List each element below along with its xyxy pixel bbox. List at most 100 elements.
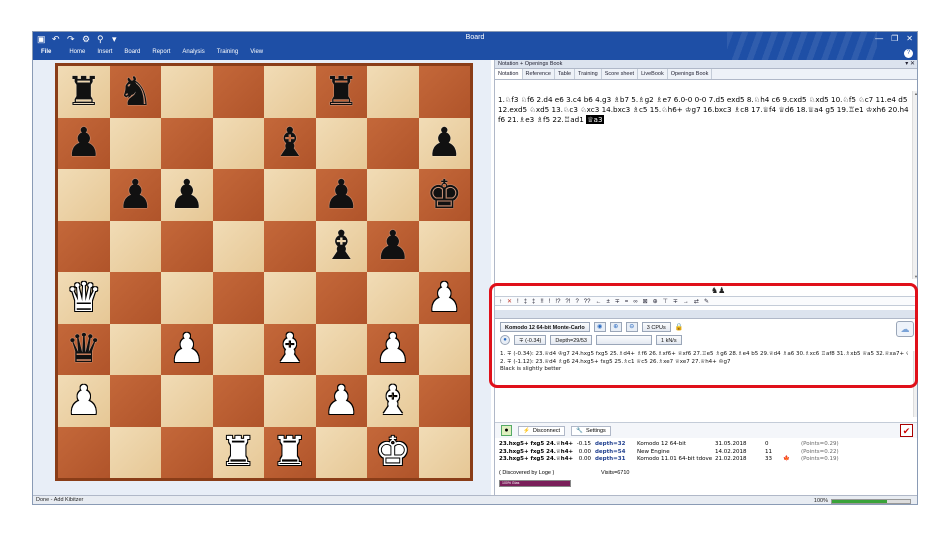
piece-icons[interactable]: ♞♟ <box>711 286 725 295</box>
tab-table[interactable]: Table <box>555 69 576 79</box>
kibitzer-row[interactable]: 23.hxg5+ fxg5 24.♕h4+ 0.00 depth=54 New Eng… <box>499 449 909 457</box>
zoom-in-icon[interactable]: ⊕ <box>609 322 622 332</box>
board-square[interactable] <box>58 169 110 221</box>
black-pawn-icon[interactable]: ♟ <box>66 123 102 163</box>
menu-board[interactable]: Board <box>124 49 140 55</box>
black-rook-icon[interactable]: ♜ <box>323 72 359 112</box>
black-pawn-icon[interactable]: ♟ <box>375 226 411 266</box>
board-square[interactable] <box>418 375 470 427</box>
board-square[interactable] <box>109 426 161 478</box>
board-square[interactable] <box>212 375 264 427</box>
engine-start-icon[interactable]: ◉ <box>593 322 606 332</box>
zoom-control[interactable]: 100% <box>814 497 911 504</box>
board-square[interactable]: ♟ <box>367 220 419 272</box>
disconnect-button[interactable]: ⚡ Disconnect <box>518 425 566 436</box>
white-pawn-icon[interactable]: ♟ <box>66 381 102 421</box>
white-bishop-icon[interactable]: ♝ <box>272 329 308 369</box>
annotation-button[interactable]: ‡ <box>532 297 535 305</box>
annotation-button[interactable]: ← <box>595 297 601 305</box>
board-square[interactable] <box>109 375 161 427</box>
engine-line-2[interactable]: 2. ∓ (-1.12): 23.♕d4 ♗g6 24.hxg5+ fxg5 2… <box>500 359 908 367</box>
board-square[interactable] <box>212 66 264 118</box>
board-square[interactable]: ♟ <box>418 117 470 169</box>
annotation-button[interactable]: ⇄ <box>694 297 699 305</box>
annotation-button[interactable]: ↑ <box>499 297 502 305</box>
annotation-button[interactable]: ? <box>575 297 578 305</box>
board-square[interactable] <box>109 323 161 375</box>
board-square[interactable] <box>161 272 213 324</box>
annotation-button[interactable]: ∞ <box>633 297 637 305</box>
cpu-count[interactable]: 3 CPUs <box>641 322 671 332</box>
board-square[interactable] <box>212 117 264 169</box>
notation-text[interactable]: 1.♘f3 ♘f6 2.d4 e6 3.c4 b6 4.g3 ♗b7 5.♗g2… <box>495 91 913 249</box>
menu-home[interactable]: Home <box>69 49 85 55</box>
board-square[interactable] <box>161 426 213 478</box>
board-square[interactable]: ♟ <box>109 169 161 221</box>
board-square[interactable]: ♟ <box>58 117 110 169</box>
checkmark-icon[interactable]: ✔ <box>900 424 913 437</box>
board-square[interactable]: ♟ <box>367 323 419 375</box>
board-square[interactable]: ♜ <box>58 66 110 118</box>
engine-scrollbar[interactable] <box>913 351 917 417</box>
board-square[interactable] <box>264 169 316 221</box>
tab-notation[interactable]: Notation <box>495 69 523 79</box>
kibitzer-status-icon[interactable]: ● <box>501 425 512 436</box>
board-square[interactable]: ♟ <box>58 375 110 427</box>
annotation-button[interactable]: ‡ <box>524 297 527 305</box>
lock-icon[interactable]: 🔒 <box>675 323 684 331</box>
menu-report[interactable]: Report <box>152 49 170 55</box>
annotation-button[interactable]: ?! <box>565 297 570 305</box>
board-square[interactable] <box>367 66 419 118</box>
board-square[interactable] <box>109 220 161 272</box>
white-bishop-icon[interactable]: ♝ <box>375 381 411 421</box>
board-square[interactable]: ♝ <box>367 375 419 427</box>
board-square[interactable]: ♟ <box>161 169 213 221</box>
board-square[interactable] <box>161 375 213 427</box>
board-square[interactable] <box>212 323 264 375</box>
board-square[interactable] <box>315 272 367 324</box>
white-pawn-icon[interactable]: ♟ <box>375 329 411 369</box>
board-square[interactable] <box>367 117 419 169</box>
settings-button[interactable]: 🔧 Settings <box>571 425 611 436</box>
engine-name[interactable]: Komodo 12 64-bit Monte-Carlo <box>500 322 590 332</box>
black-pawn-icon[interactable]: ♟ <box>117 175 153 215</box>
board-square[interactable]: ♝ <box>264 117 316 169</box>
board-square[interactable] <box>315 117 367 169</box>
board-square[interactable] <box>418 426 470 478</box>
tab-openings-book[interactable]: Openings Book <box>668 69 713 79</box>
black-bishop-icon[interactable]: ♝ <box>272 123 308 163</box>
board-square[interactable]: ♟ <box>418 272 470 324</box>
board-square[interactable]: ♚ <box>418 169 470 221</box>
engine-lines[interactable]: 1. ∓ (-0.34): 23.♕d4 ♔g7 24.hxg5 fxg5 25… <box>500 351 908 374</box>
board-square[interactable]: ♟ <box>315 375 367 427</box>
cloud-icon[interactable]: ☁ <box>896 321 914 337</box>
board-square[interactable] <box>264 375 316 427</box>
board-square[interactable] <box>212 169 264 221</box>
engine-options-icon[interactable]: ● <box>500 335 510 345</box>
panel-controls[interactable]: ▾ ✕ <box>905 60 915 69</box>
board-square[interactable]: ♝ <box>315 220 367 272</box>
tab-training[interactable]: Training <box>575 69 602 79</box>
minimize-icon[interactable]: — <box>875 34 883 43</box>
board-square[interactable] <box>109 272 161 324</box>
white-pawn-icon[interactable]: ♟ <box>169 329 205 369</box>
board-square[interactable]: ♛ <box>58 323 110 375</box>
black-bishop-icon[interactable]: ♝ <box>323 226 359 266</box>
black-knight-icon[interactable]: ♞ <box>117 72 153 112</box>
board-square[interactable] <box>161 117 213 169</box>
zoom-out-icon[interactable]: ⊖ <box>625 322 638 332</box>
board-square[interactable]: ♟ <box>315 169 367 221</box>
white-rook-icon[interactable]: ♜ <box>272 432 308 472</box>
board-square[interactable]: ♛ <box>58 272 110 324</box>
board-square[interactable] <box>418 323 470 375</box>
board-square[interactable]: ♜ <box>315 66 367 118</box>
board-square[interactable] <box>58 426 110 478</box>
black-pawn-icon[interactable]: ♟ <box>323 175 359 215</box>
black-pawn-icon[interactable]: ♟ <box>169 175 205 215</box>
annotation-button[interactable]: !? <box>555 297 560 305</box>
tab-score-sheet[interactable]: Score sheet <box>602 69 639 79</box>
annotation-button[interactable]: ⊕ <box>653 297 658 305</box>
tab-livebook[interactable]: LiveBook <box>638 69 668 79</box>
close-icon[interactable]: ✕ <box>906 34 913 43</box>
black-pawn-icon[interactable]: ♟ <box>426 123 462 163</box>
